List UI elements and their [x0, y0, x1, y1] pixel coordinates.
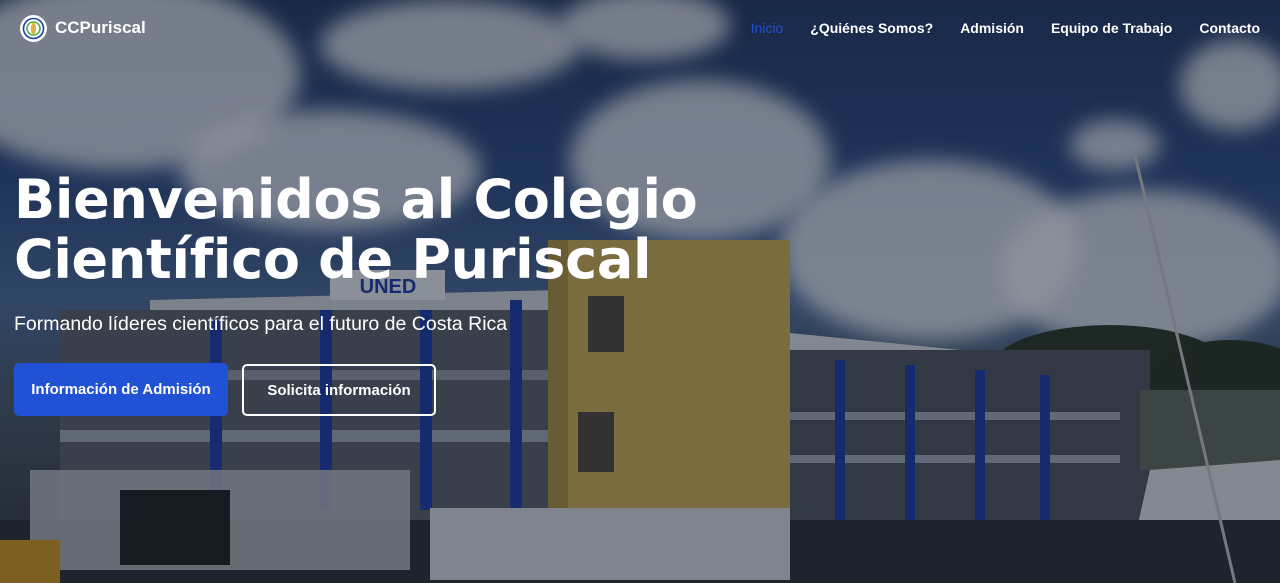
- admission-info-button[interactable]: Información de Admisión: [14, 363, 228, 416]
- nav-link-inicio[interactable]: Inicio: [751, 20, 784, 36]
- hero-subtitle: Formando líderes científicos para el fut…: [14, 313, 508, 335]
- hero-title-line-2: Científico de Puriscal: [14, 228, 652, 291]
- nav-link-quienes-somos[interactable]: ¿Quiénes Somos?: [810, 20, 933, 36]
- hero-title-line-1: Bienvenidos al Colegio: [14, 168, 698, 231]
- hero-background: UNED: [0, 0, 1280, 583]
- nav-link-contacto[interactable]: Contacto: [1199, 20, 1260, 36]
- nav-link-admision[interactable]: Admisión: [960, 20, 1024, 36]
- hero-title: Bienvenidos al Colegio Científico de Pur…: [14, 170, 734, 290]
- school-logo-icon: [20, 14, 47, 42]
- brand-name: CCPuriscal: [55, 18, 146, 37]
- request-info-button[interactable]: Solicita información: [242, 364, 436, 416]
- brand-link[interactable]: CCPuriscal: [20, 14, 146, 42]
- nav-link-equipo-de-trabajo[interactable]: Equipo de Trabajo: [1051, 20, 1172, 36]
- nav-menu: Inicio ¿Quiénes Somos? Admisión Equipo d…: [751, 20, 1260, 36]
- top-navbar: CCPuriscal Inicio ¿Quiénes Somos? Admisi…: [0, 0, 1280, 56]
